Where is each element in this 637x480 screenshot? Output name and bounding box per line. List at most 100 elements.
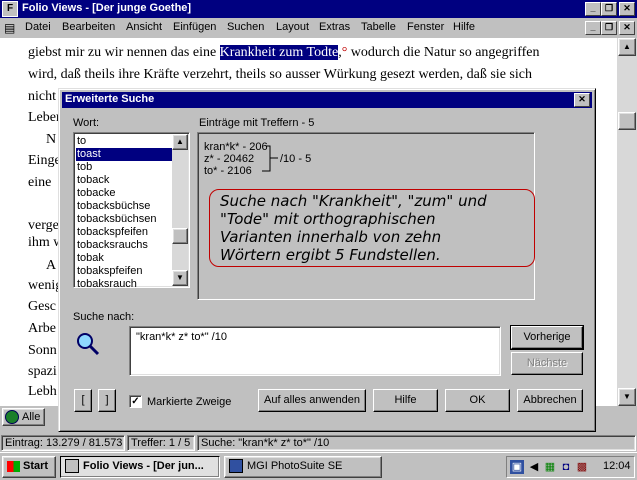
minimize-button[interactable]: _ [585, 2, 601, 16]
apply-all-button[interactable]: Auf alles anwenden [258, 389, 366, 412]
volume-icon[interactable]: ◀ [527, 460, 541, 474]
callout-line: Suche nach "Krankheit", "zum" und [220, 192, 487, 210]
scroll-thumb[interactable] [172, 228, 188, 244]
doc-line: N [46, 132, 57, 147]
document-icon[interactable]: ▤ [4, 21, 18, 35]
hits-label: Einträge mit Treffern - 5 [199, 117, 315, 129]
globe-icon [5, 410, 19, 425]
window-title: Folio Views - [Der junge Goethe] [22, 2, 192, 14]
open-bracket-button[interactable]: [ [74, 389, 92, 412]
menu-fenster[interactable]: Fenster [407, 21, 444, 33]
taskbar-photosuite[interactable]: MGI PhotoSuite SE [224, 456, 382, 478]
hit-term: z* - 20462 [204, 153, 255, 165]
list-item[interactable]: tobackspfeifen [76, 226, 174, 239]
taskbar: Start Folio Views - [Der jun... MGI Phot… [0, 452, 637, 480]
windows-logo-icon [7, 460, 20, 472]
doc-line: A [46, 258, 57, 273]
list-item[interactable]: tob [76, 161, 174, 174]
ok-button[interactable]: OK [445, 389, 510, 412]
doc-restore-button[interactable]: ❐ [601, 21, 617, 35]
tab-label: Alle [22, 411, 41, 423]
menu-tabelle[interactable]: Tabelle [361, 21, 396, 33]
title-bar[interactable]: F Folio Views - [Der junge Goethe] _ ❐ ✕ [0, 0, 637, 18]
menu-datei[interactable]: Datei [25, 21, 51, 33]
cancel-button[interactable]: Abbrechen [517, 389, 583, 412]
dialog-title-bar[interactable]: Erweiterte Suche ✕ [62, 92, 592, 108]
previous-button[interactable]: Vorherige [510, 325, 584, 350]
tab-alle[interactable]: Alle [2, 408, 46, 426]
menu-bar: ▤ Datei Bearbeiten Ansicht Einfügen Such… [0, 18, 637, 38]
list-item[interactable]: toback [76, 174, 174, 187]
list-item[interactable]: tobaksrauch [76, 278, 174, 287]
doc-line: Arbe [28, 321, 56, 336]
start-button[interactable]: Start [2, 456, 56, 478]
doc-line: Sonn [28, 343, 57, 358]
doc-minimize-button[interactable]: _ [585, 21, 601, 35]
menu-extras[interactable]: Extras [319, 21, 350, 33]
list-item[interactable]: to [76, 135, 174, 148]
hit-combined: /10 - 5 [280, 153, 312, 165]
magnifier-icon [77, 333, 100, 356]
scroll-up-arrow-icon[interactable]: ▲ [618, 38, 636, 56]
status-bar: Eintrag: 13.279 / 81.573 Treffer: 1 / 5 … [0, 434, 637, 452]
doc-text: wodurch die Natur so angegriffen [347, 45, 540, 60]
list-item[interactable]: tobacksbüchsen [76, 213, 174, 226]
network-icon[interactable]: ▣ [510, 460, 524, 474]
list-item[interactable]: tobak [76, 252, 174, 265]
list-item[interactable]: tobakspfeifen [76, 265, 174, 278]
display-icon[interactable]: ◘ [559, 460, 573, 474]
menu-einfuegen[interactable]: Einfügen [173, 21, 216, 33]
list-item-selected[interactable]: toast [76, 148, 174, 161]
dialog-title: Erweiterte Suche [65, 93, 155, 105]
search-query-input[interactable]: "kran*k* z* to*" /10 [129, 326, 501, 376]
photosuite-app-icon [229, 459, 243, 474]
app-icon[interactable]: F [2, 1, 18, 17]
search-label: Suche nach: [73, 311, 135, 323]
menu-bearbeiten[interactable]: Bearbeiten [62, 21, 115, 33]
doc-text: giebst mir zu wir nennen das eine [28, 45, 220, 60]
taskbar-folio-views[interactable]: Folio Views - [Der jun... [60, 456, 220, 478]
hit-term: kran*k* - 206 [204, 141, 268, 153]
menu-layout[interactable]: Layout [276, 21, 309, 33]
next-button[interactable]: Nächste [511, 352, 583, 375]
status-search: Suche: "kran*k* z* to*" /10 [197, 435, 636, 451]
start-label: Start [23, 460, 49, 472]
doc-line: verge [28, 218, 59, 233]
clock[interactable]: 12:04 [603, 460, 631, 472]
doc-line: nicht [28, 89, 56, 104]
annotation-callout: Suche nach "Krankheit", "zum" und "Tode"… [209, 189, 535, 267]
doc-line: Gesc [28, 299, 56, 314]
list-item[interactable]: tobacke [76, 187, 174, 200]
printer-icon[interactable]: ▩ [575, 460, 589, 474]
help-button[interactable]: Hilfe [373, 389, 438, 412]
doc-close-button[interactable]: ✕ [619, 21, 635, 35]
menu-ansicht[interactable]: Ansicht [126, 21, 162, 33]
doc-line: giebst mir zu wir nennen das eine Krankh… [28, 45, 539, 61]
doc-line: wird, daß theils ihre Kräfte verzehrt, t… [28, 67, 532, 82]
scanner-icon[interactable]: ▦ [543, 460, 557, 474]
callout-line: "Tode" mit orthographischen [220, 210, 436, 228]
word-list-scrollbar[interactable]: ▲ ▼ [172, 134, 188, 286]
close-bracket-button[interactable]: ] [98, 389, 116, 412]
scroll-down-arrow-icon[interactable]: ▼ [618, 388, 636, 406]
close-button[interactable]: ✕ [619, 2, 635, 16]
status-hits: Treffer: 1 / 5 [127, 435, 195, 451]
scroll-thumb[interactable] [618, 112, 636, 130]
list-item[interactable]: tobacksbüchse [76, 200, 174, 213]
scroll-down-arrow-icon[interactable]: ▼ [172, 270, 188, 286]
dialog-close-button[interactable]: ✕ [574, 93, 590, 107]
status-entry: Eintrag: 13.279 / 81.573 [1, 435, 125, 451]
menu-hilfe[interactable]: Hilfe [453, 21, 475, 33]
scroll-up-arrow-icon[interactable]: ▲ [172, 134, 188, 150]
callout-line: Varianten innerhalb von zehn [220, 228, 442, 246]
word-listbox[interactable]: to toast tob toback tobacke tobacksbüchs… [73, 132, 190, 288]
bracket-connector [262, 145, 278, 172]
maximize-button[interactable]: ❐ [601, 2, 617, 16]
list-item[interactable]: tobacksrauchs [76, 239, 174, 252]
menu-suchen[interactable]: Suchen [227, 21, 264, 33]
marked-branches-checkbox[interactable]: ✓ [129, 395, 142, 408]
hit-term: to* - 2106 [204, 165, 252, 177]
task-label: MGI PhotoSuite SE [247, 460, 343, 472]
document-scrollbar[interactable]: ▲ ▼ [617, 38, 637, 406]
search-hit-highlight[interactable]: Krankheit zum Todte [219, 45, 339, 60]
